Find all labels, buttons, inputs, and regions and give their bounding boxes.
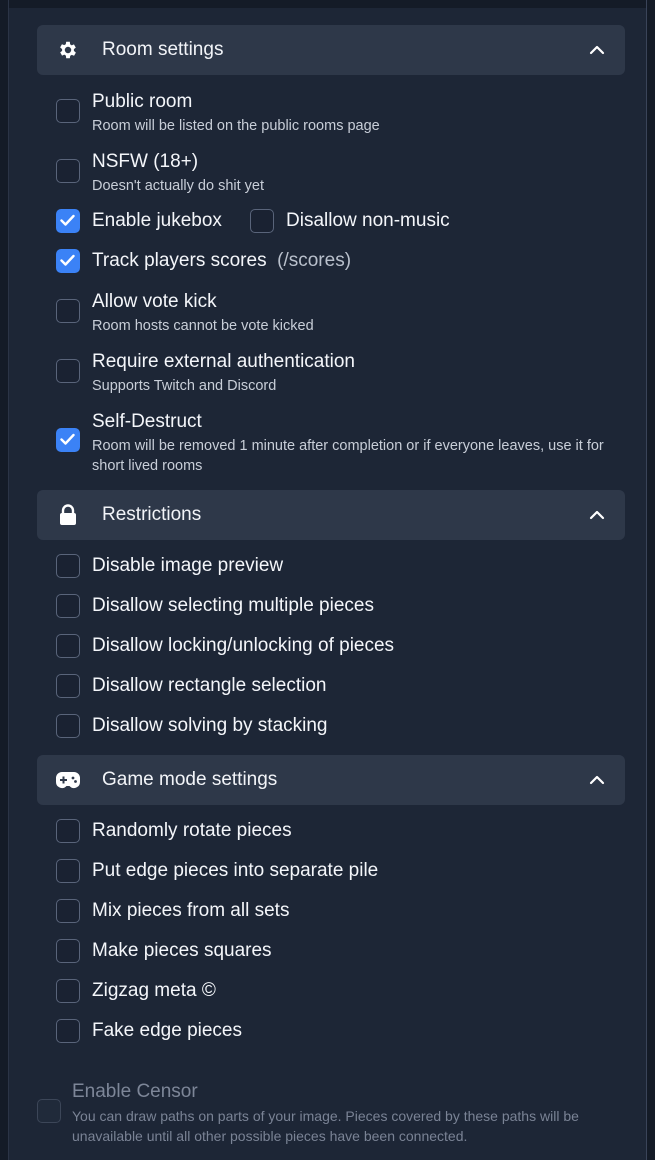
fake-edges-checkbox[interactable] [56, 1019, 80, 1043]
option-random-rotate[interactable]: Randomly rotate pieces [56, 819, 615, 845]
track-scores-checkbox[interactable] [56, 249, 80, 273]
option-square-pieces[interactable]: Make pieces squares [56, 939, 615, 965]
option-edge-pile[interactable]: Put edge pieces into separate pile [56, 859, 615, 885]
gear-icon [57, 39, 79, 61]
vote-kick-description: Room hosts cannot be vote kicked [92, 318, 314, 334]
disallow-stacking-label: Disallow solving by stacking [92, 715, 328, 736]
option-track-scores[interactable]: Track players scores (/scores) [56, 249, 615, 275]
random-rotate-label: Randomly rotate pieces [92, 820, 292, 841]
edge-pile-label: Put edge pieces into separate pile [92, 860, 379, 881]
left-panel-edge [0, 0, 9, 1160]
self-destruct-description: Room will be removed 1 minute after comp… [92, 438, 604, 474]
disallow-non-music-label: Disallow non-music [286, 210, 450, 231]
chevron-up-icon[interactable] [587, 770, 607, 790]
jukebox-label: Enable jukebox [92, 210, 222, 231]
scrollbar-track[interactable] [646, 0, 655, 1160]
public-room-description: Room will be listed on the public rooms … [92, 118, 380, 134]
enable-censor-description: You can draw paths on parts of your imag… [72, 1108, 579, 1144]
option-external-auth[interactable]: Require external authentication Supports… [56, 351, 615, 397]
disable-preview-checkbox[interactable] [56, 554, 80, 578]
gamepad-icon [55, 769, 81, 791]
track-scores-text: Track players scores [92, 250, 267, 271]
nsfw-label: NSFW (18+) [92, 151, 199, 172]
disallow-locking-checkbox[interactable] [56, 634, 80, 658]
checkmark-icon [60, 433, 75, 445]
scores-command-hint: (/scores) [277, 250, 352, 271]
jukebox-checkbox[interactable] [56, 209, 80, 233]
external-auth-description: Supports Twitch and Discord [92, 378, 277, 394]
external-auth-checkbox[interactable] [56, 359, 80, 383]
option-public-room[interactable]: Public room Room will be listed on the p… [56, 91, 615, 137]
vote-kick-checkbox[interactable] [56, 299, 80, 323]
chevron-up-icon[interactable] [587, 505, 607, 525]
mix-sets-label: Mix pieces from all sets [92, 900, 290, 921]
option-nsfw[interactable]: NSFW (18+) Doesn't actually do shit yet [56, 151, 615, 197]
nsfw-description: Doesn't actually do shit yet [92, 178, 265, 194]
edge-pile-checkbox[interactable] [56, 859, 80, 883]
disallow-locking-label: Disallow locking/unlocking of pieces [92, 635, 395, 656]
lock-icon [57, 504, 79, 526]
restrictions-title: Restrictions [102, 504, 202, 525]
disable-preview-label: Disable image preview [92, 555, 284, 576]
chevron-up-icon[interactable] [587, 40, 607, 60]
public-room-checkbox[interactable] [56, 99, 80, 123]
disallow-rect-select-label: Disallow rectangle selection [92, 675, 327, 696]
window-top-edge [0, 0, 655, 8]
square-pieces-label: Make pieces squares [92, 940, 272, 961]
option-self-destruct[interactable]: Self-Destruct Room will be removed 1 min… [56, 411, 615, 477]
disallow-rect-select-checkbox[interactable] [56, 674, 80, 698]
option-vote-kick[interactable]: Allow vote kick Room hosts cannot be vot… [56, 291, 615, 337]
option-disallow-multi-select[interactable]: Disallow selecting multiple pieces [56, 594, 615, 620]
enable-censor-checkbox [37, 1099, 61, 1123]
option-disallow-rect-select[interactable]: Disallow rectangle selection [56, 674, 615, 700]
option-disable-preview[interactable]: Disable image preview [56, 554, 615, 580]
self-destruct-label: Self-Destruct [92, 411, 202, 432]
option-enable-censor: Enable Censor You can draw paths on part… [37, 1081, 625, 1149]
fake-edges-label: Fake edge pieces [92, 1020, 242, 1041]
nsfw-checkbox[interactable] [56, 159, 80, 183]
mix-sets-checkbox[interactable] [56, 899, 80, 923]
option-mix-sets[interactable]: Mix pieces from all sets [56, 899, 615, 925]
checkmark-icon [60, 254, 75, 266]
option-disallow-non-music[interactable]: Disallow non-music [250, 209, 615, 235]
disallow-stacking-checkbox[interactable] [56, 714, 80, 738]
public-room-label: Public room [92, 91, 193, 112]
external-auth-label: Require external authentication [92, 351, 356, 372]
restrictions-header[interactable]: Restrictions [37, 490, 625, 540]
enable-censor-label: Enable Censor [72, 1081, 198, 1102]
disallow-non-music-checkbox[interactable] [250, 209, 274, 233]
game-mode-header[interactable]: Game mode settings [37, 755, 625, 805]
zigzag-meta-label: Zigzag meta © [92, 980, 216, 1001]
self-destruct-checkbox[interactable] [56, 428, 80, 452]
vote-kick-label: Allow vote kick [92, 291, 217, 312]
option-fake-edges[interactable]: Fake edge pieces [56, 1019, 615, 1045]
room-settings-title: Room settings [102, 39, 224, 60]
checkmark-icon [60, 214, 75, 226]
option-disallow-stacking[interactable]: Disallow solving by stacking [56, 714, 615, 740]
room-settings-header[interactable]: Room settings [37, 25, 625, 75]
option-disallow-locking[interactable]: Disallow locking/unlocking of pieces [56, 634, 615, 660]
random-rotate-checkbox[interactable] [56, 819, 80, 843]
disallow-multi-select-checkbox[interactable] [56, 594, 80, 618]
track-scores-label: Track players scores (/scores) [92, 250, 351, 272]
zigzag-meta-checkbox[interactable] [56, 979, 80, 1003]
square-pieces-checkbox[interactable] [56, 939, 80, 963]
game-mode-title: Game mode settings [102, 769, 278, 790]
option-zigzag-meta[interactable]: Zigzag meta © [56, 979, 615, 1005]
disallow-multi-select-label: Disallow selecting multiple pieces [92, 595, 374, 616]
